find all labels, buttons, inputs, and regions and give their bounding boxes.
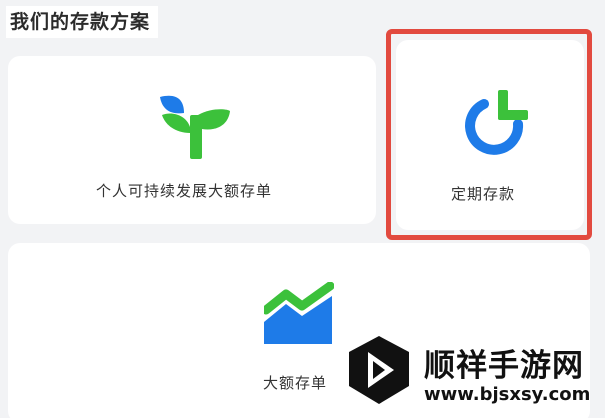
highlight-frame	[386, 29, 592, 240]
section-title: 我们的存款方案	[6, 6, 159, 38]
watermark: 顺祥手游网 www.bjsxsy.com	[332, 320, 605, 418]
watermark-brand: 顺祥手游网	[424, 348, 584, 384]
product-label-sustainable-cd: 个人可持续发展大额存单	[96, 182, 273, 200]
watermark-url: www.bjsxsy.com	[424, 384, 591, 405]
sprout-icon	[160, 95, 230, 159]
product-label-large-cd: 大额存单	[263, 374, 328, 392]
watermark-logo-icon	[349, 336, 409, 404]
growth-chart-icon	[264, 282, 334, 344]
